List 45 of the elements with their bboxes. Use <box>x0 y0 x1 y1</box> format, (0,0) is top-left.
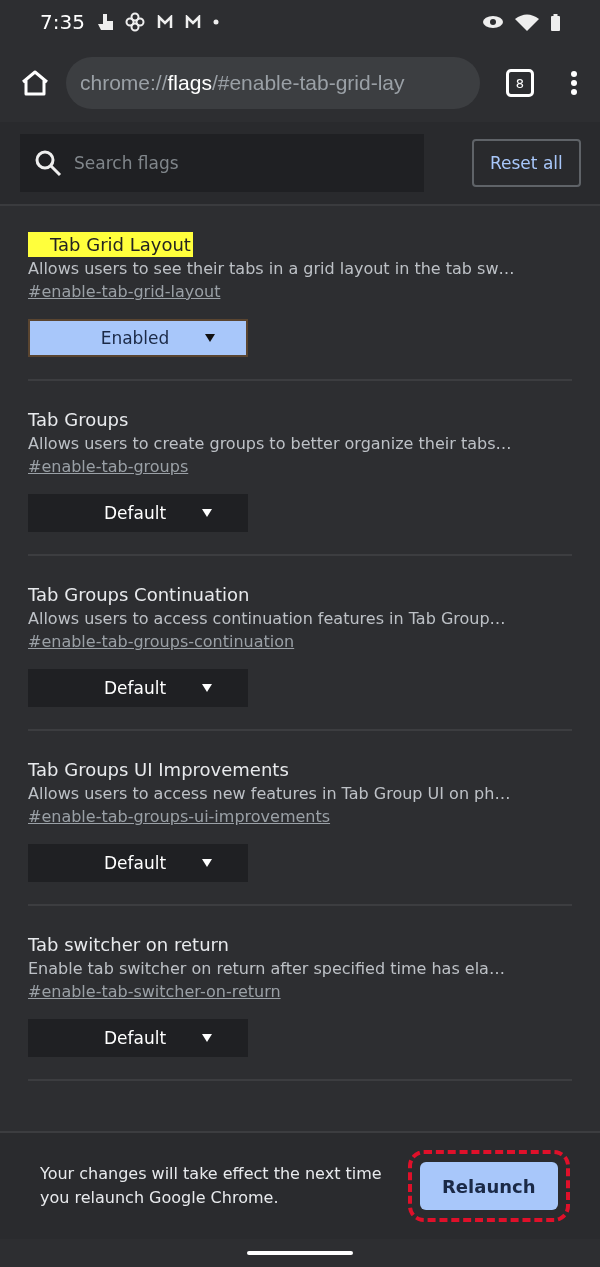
flag-title: Tab Groups <box>28 408 129 432</box>
relaunch-button[interactable]: Relaunch <box>420 1162 558 1210</box>
status-time: 7:35 <box>40 10 85 34</box>
flag-dropdown[interactable]: Enabled <box>28 319 248 357</box>
flag-description: Allows users to access continuation features in Tab Group… <box>28 609 506 628</box>
eye-icon <box>483 16 503 28</box>
flag-title: Tab switcher on return <box>28 933 230 957</box>
flower-icon <box>124 12 145 32</box>
search-icon <box>34 149 62 177</box>
relaunch-message: Your changes will take effect the next time you relaunch Google Chrome. <box>40 1163 383 1209</box>
flag-link[interactable]: #enable-tab-grid-layout <box>28 282 221 301</box>
dropdown-arrow-icon <box>202 684 213 692</box>
mail-icon <box>184 15 201 29</box>
mail-icon <box>156 15 173 29</box>
flag-link[interactable]: #enable-tab-switcher-on-return <box>28 982 281 1001</box>
gesture-handle[interactable] <box>247 1251 353 1255</box>
wifi-icon <box>515 13 539 31</box>
dropdown-arrow-icon <box>205 334 216 342</box>
dot-icon <box>212 19 219 25</box>
dropdown-arrow-icon <box>202 509 213 517</box>
home-icon[interactable] <box>20 69 50 97</box>
dropdown-arrow-icon <box>202 859 213 867</box>
flag-description: Allows users to see their tabs in a grid layout in the tab sw… <box>28 259 515 278</box>
battery-icon <box>551 13 560 31</box>
dropdown-arrow-icon <box>202 1034 213 1042</box>
address-bar[interactable]: chrome://flags/#enable-tab-grid-lay <box>66 57 480 109</box>
flag-link[interactable]: #enable-tab-groups-continuation <box>28 632 295 651</box>
search-field[interactable]: Search flags <box>20 134 424 192</box>
flag-description: Enable tab switcher on return after specified time has ela… <box>28 959 505 978</box>
hand-icon <box>96 13 113 31</box>
flag-dropdown[interactable]: Default <box>28 1019 248 1057</box>
tab-count-button[interactable]: 8 <box>506 69 534 97</box>
flag-description: Allows users to create groups to better organize their tabs… <box>28 434 512 453</box>
reset-all-button[interactable]: Reset all <box>472 139 581 187</box>
menu-icon[interactable] <box>570 70 578 96</box>
flag-link[interactable]: #enable-tab-groups <box>28 457 189 476</box>
flag-description: Allows users to access new features in Tab Group UI on ph… <box>28 784 511 803</box>
flag-title: Tab Groups UI Improvements <box>28 758 289 782</box>
flag-dropdown[interactable]: Default <box>28 494 248 532</box>
flag-dropdown[interactable]: Default <box>28 669 248 707</box>
flag-title: Tab Groups Continuation <box>28 583 250 607</box>
flag-dropdown[interactable]: Default <box>28 844 248 882</box>
search-input[interactable]: Search flags <box>72 152 376 174</box>
flag-title: Tab Grid Layout <box>28 232 193 257</box>
flag-link[interactable]: #enable-tab-groups-ui-improvements <box>28 807 331 826</box>
